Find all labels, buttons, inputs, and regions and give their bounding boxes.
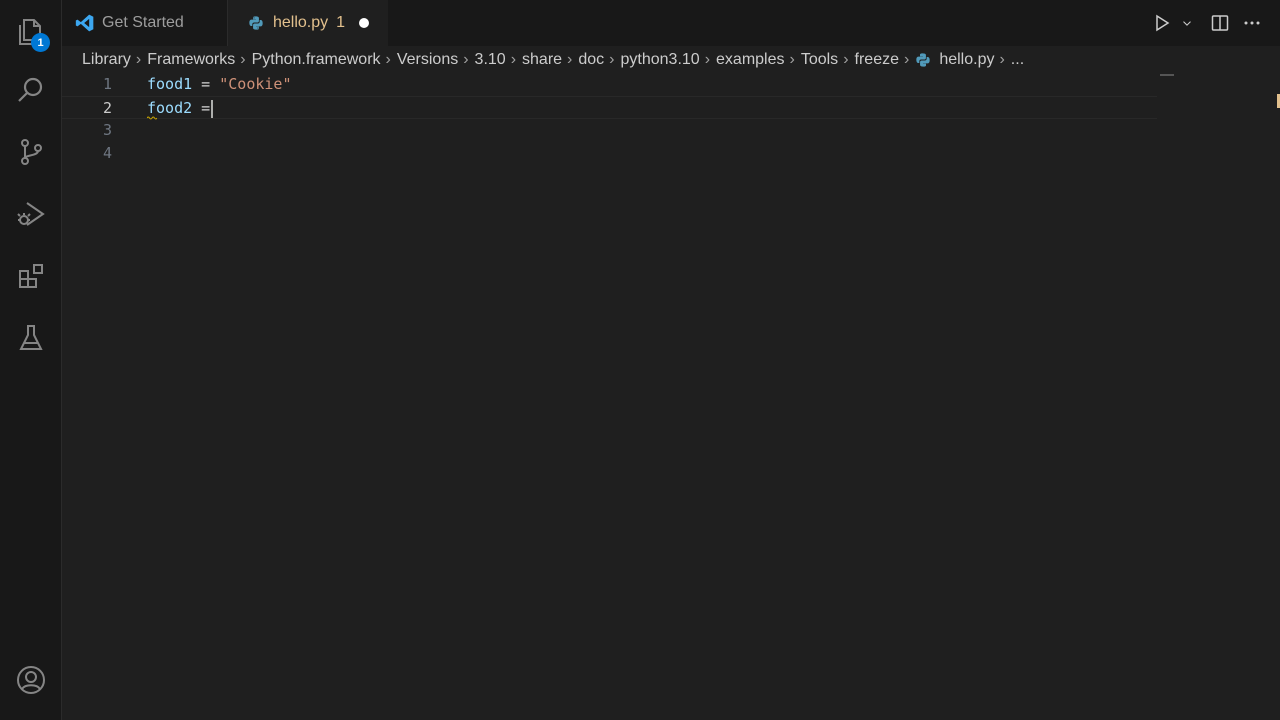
chevron-right-icon: › [135,51,142,68]
operator: = [192,99,211,117]
chevron-right-icon: › [385,51,391,68]
run-file-icon[interactable] [1148,9,1176,37]
breadcrumb-item[interactable]: doc [578,51,604,69]
breadcrumb-item[interactable]: 3.10 [475,51,506,69]
editor-actions [1148,0,1280,46]
run-debug-icon[interactable] [11,194,51,234]
breadcrumb: Library › Frameworks › Python.framework › V… [82,46,1024,74]
code-text: food1 = "Cookie" [147,73,292,96]
chevron-right-icon: › [999,51,1005,68]
breadcrumb-item[interactable]: Python.framework [252,51,381,69]
chevron-right-icon: › [463,51,469,68]
breadcrumb-item[interactable]: Versions [397,51,458,69]
identifier: food2 [147,99,193,117]
chevron-right-icon: › [903,51,910,68]
tab-bar: Get Started hello.py 1 [62,0,1280,46]
code-line-current[interactable]: 2 food2 = [62,96,1157,120]
activity-bar: 1 [0,0,62,720]
problems-count: 1 [336,14,346,31]
tab-label: Get Started [102,14,184,31]
breadcrumb-item[interactable]: share [522,51,562,69]
search-icon[interactable] [11,70,51,110]
code-editor[interactable]: 1 food1 = "Cookie" 2 food2 = 3 4 [62,74,1280,720]
breadcrumb-item[interactable]: python3.10 [621,51,700,69]
breadcrumb-item[interactable]: Library [82,51,131,69]
line-number: 2 [102,99,112,117]
breadcrumb-item[interactable]: examples [716,51,784,69]
breadcrumb-item[interactable]: Tools [801,51,838,69]
scrollbar[interactable] [1266,94,1280,108]
python-file-icon [245,12,267,34]
tab-label: hello.py [273,14,329,31]
more-actions-icon[interactable] [1238,9,1266,37]
breadcrumb-item[interactable]: hello.py [939,51,994,69]
identifier: food1 [147,75,193,93]
text-cursor [211,99,214,118]
explorer-badge: 1 [31,33,50,52]
line-number: 1 [102,75,112,93]
tab-hello-py[interactable]: hello.py 1 [228,0,388,46]
tab-get-started[interactable]: Get Started [62,0,228,46]
chevron-right-icon: › [510,51,517,68]
account-icon[interactable] [11,660,51,700]
string-literal: "Cookie" [219,75,292,93]
split-editor-icon[interactable] [1206,9,1234,37]
breadcrumb-item[interactable]: ... [1011,51,1024,69]
chevron-right-icon: › [843,51,849,68]
source-control-icon[interactable] [11,132,51,172]
line-number: 4 [102,144,112,162]
line-number: 3 [102,121,112,139]
chevron-right-icon: › [567,51,573,68]
minimap [1160,74,1174,76]
vscode-logo-icon [74,12,96,34]
breadcrumb-item[interactable]: freeze [855,51,899,69]
chevron-down-icon[interactable] [1180,9,1194,37]
code-line[interactable]: 3 [62,119,1157,142]
chevron-right-icon: › [704,51,711,68]
python-file-icon [915,51,933,69]
code-line[interactable]: 1 food1 = "Cookie" [62,73,1157,96]
operator: = [192,75,220,93]
breadcrumb-item[interactable]: Frameworks [147,51,235,69]
chevron-right-icon: › [609,51,615,68]
unsaved-dot-icon[interactable] [359,18,369,28]
testing-icon[interactable] [11,318,51,358]
chevron-right-icon: › [789,51,795,68]
chevron-right-icon: › [240,51,246,68]
code-line[interactable]: 4 [62,142,1157,165]
extensions-icon[interactable] [11,256,51,296]
